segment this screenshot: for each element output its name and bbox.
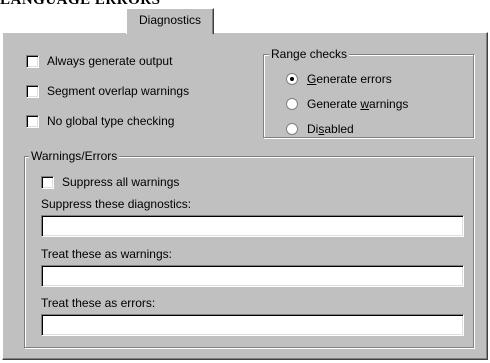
generate-warnings-radio[interactable]: Generate warnings <box>286 97 408 111</box>
radio-label: Generate warnings <box>307 97 409 111</box>
checkbox-box[interactable] <box>26 114 39 128</box>
treat-as-warnings-label: Treat these as warnings: <box>41 247 172 261</box>
checkbox-box[interactable] <box>26 54 39 68</box>
checkbox-label: Suppress all warnings <box>62 175 180 189</box>
suppress-diagnostics-label: Suppress these diagnostics: <box>41 197 192 211</box>
diagnostics-panel: Always generate output Segment overlap w… <box>2 32 488 360</box>
suppress-diagnostics-field[interactable] <box>41 215 464 237</box>
checkbox-box[interactable] <box>41 175 54 189</box>
checkbox-box[interactable] <box>26 84 39 98</box>
radio-icon[interactable] <box>286 123 298 135</box>
treat-as-errors-field[interactable] <box>41 314 464 336</box>
checkbox-label: No global type checking <box>47 114 175 128</box>
treat-as-warnings-field[interactable] <box>41 265 464 287</box>
radio-selected-icon[interactable] <box>286 73 298 85</box>
radio-label: Disabled <box>307 122 354 136</box>
disabled-radio[interactable]: Disabled <box>286 122 354 136</box>
checkbox-label: Segment overlap warnings <box>47 84 190 98</box>
no-global-type-checking-checkbox[interactable]: No global type checking <box>26 114 174 128</box>
radio-label: Generate errors <box>307 72 392 86</box>
warnings-errors-title: Warnings/Errors <box>29 149 120 163</box>
tab-diagnostics[interactable]: Diagnostics <box>126 8 214 34</box>
radio-icon[interactable] <box>286 98 298 110</box>
treat-as-errors-label: Treat these as errors: <box>41 296 156 310</box>
always-generate-output-checkbox[interactable]: Always generate output <box>26 54 172 68</box>
clipped-window-title: LANGUAGE ERRORS <box>0 0 161 8</box>
checkbox-label: Always generate output <box>47 54 173 68</box>
segment-overlap-warnings-checkbox[interactable]: Segment overlap warnings <box>26 84 189 98</box>
range-checks-title: Range checks <box>269 47 350 61</box>
suppress-all-warnings-checkbox[interactable]: Suppress all warnings <box>41 175 179 189</box>
generate-errors-radio[interactable]: Generate errors <box>286 72 392 86</box>
